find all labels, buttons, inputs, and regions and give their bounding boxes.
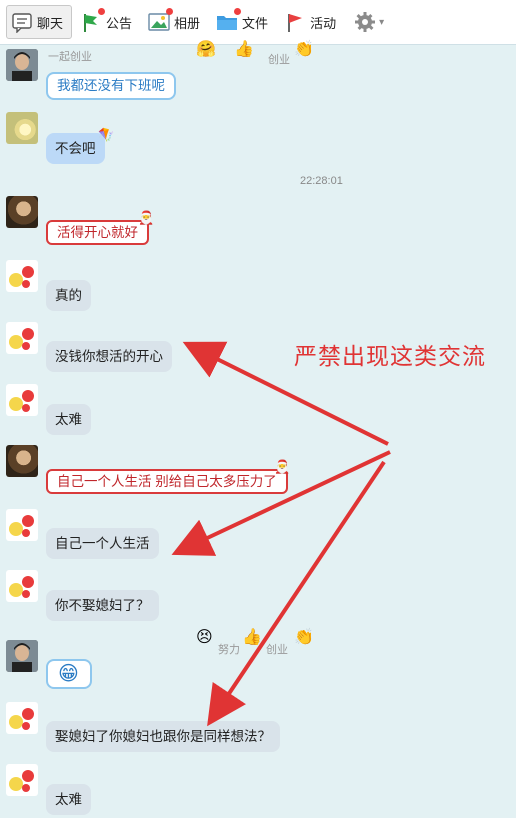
tab-events[interactable]: 活动 <box>280 5 344 39</box>
message-bubble[interactable]: 😁 <box>46 659 92 689</box>
chevron-down-icon: ▾ <box>379 16 385 28</box>
avatar[interactable] <box>6 112 38 144</box>
tab-album[interactable]: 相册 <box>144 5 208 39</box>
message-bubble[interactable]: 不会吧 <box>46 133 105 164</box>
message-bubble[interactable]: 自己一个人生活 <box>46 528 159 559</box>
tab-label: 文件 <box>242 15 269 31</box>
flag-icon <box>80 8 106 33</box>
avatar[interactable] <box>6 384 38 416</box>
notification-dot <box>166 8 174 15</box>
avatar[interactable] <box>6 322 38 354</box>
sender-badge: 创业 <box>266 644 288 656</box>
tab-label: 公告 <box>106 15 133 31</box>
tab-label: 相册 <box>174 15 201 31</box>
clap-emoji: 👏 <box>294 41 314 58</box>
avatar[interactable] <box>6 196 38 228</box>
sender-badge: 创业 <box>268 54 290 66</box>
message-bubble[interactable]: 真的 <box>46 280 91 311</box>
avatar[interactable] <box>6 640 38 672</box>
notification-dot <box>98 8 106 15</box>
message-bubble[interactable]: 太难 <box>46 784 91 815</box>
notification-dot <box>234 8 242 15</box>
effort-emoji: 😣 <box>196 629 213 646</box>
avatar[interactable] <box>6 509 38 541</box>
group-toolbar: 聊天 公告 相册 文件 活动 ▾ <box>0 0 516 45</box>
clap-emoji: 👏 <box>294 629 314 646</box>
santa-hat-icon: 🎅 <box>138 210 155 225</box>
message-bubble[interactable]: 自己一个人生活 别给自己太多压力了 <box>46 469 288 494</box>
tab-label: 活动 <box>310 15 337 31</box>
avatar[interactable] <box>6 445 38 477</box>
sender-badge: 努力 <box>218 644 240 656</box>
settings-menu[interactable]: ▾ <box>354 11 384 33</box>
event-flag-icon <box>284 11 306 33</box>
message-bubble[interactable]: 没钱你想活的开心 <box>46 341 172 372</box>
warning-annotation: 严禁出现这类交流 <box>294 344 486 370</box>
message-bubble[interactable]: 我都还没有下班呢 <box>46 72 176 100</box>
tab-announcement[interactable]: 公告 <box>76 5 140 39</box>
hug-emoji: 🤗 <box>196 41 216 58</box>
avatar[interactable] <box>6 49 38 81</box>
avatar[interactable] <box>6 702 38 734</box>
kite-emoji: 🪁 <box>98 127 115 142</box>
gear-icon <box>355 12 376 32</box>
message-bubble[interactable]: 娶媳妇了你媳妇也跟你是同样想法？ <box>46 721 280 752</box>
chat-icon <box>11 11 33 34</box>
avatar[interactable] <box>6 764 38 796</box>
sender-nick: 一起创业 <box>48 51 92 63</box>
tab-chat[interactable]: 聊天 <box>6 5 73 39</box>
message-bubble[interactable]: 太难 <box>46 404 91 435</box>
tab-label: 聊天 <box>37 15 64 31</box>
timestamp: 22:28:01 <box>300 175 343 187</box>
avatar[interactable] <box>6 260 38 292</box>
album-icon <box>148 8 174 33</box>
message-bubble[interactable]: 活得开心就好 <box>46 220 149 245</box>
thumbs-up-emoji: 👍 <box>242 629 262 646</box>
tab-files[interactable]: 文件 <box>212 5 276 39</box>
thumbs-up-emoji: 👍 <box>234 41 254 58</box>
santa-hat-icon: 🎅 <box>274 459 291 474</box>
folder-icon <box>216 8 242 33</box>
avatar[interactable] <box>6 570 38 602</box>
message-bubble[interactable]: 你不娶媳妇了？ <box>46 590 159 621</box>
